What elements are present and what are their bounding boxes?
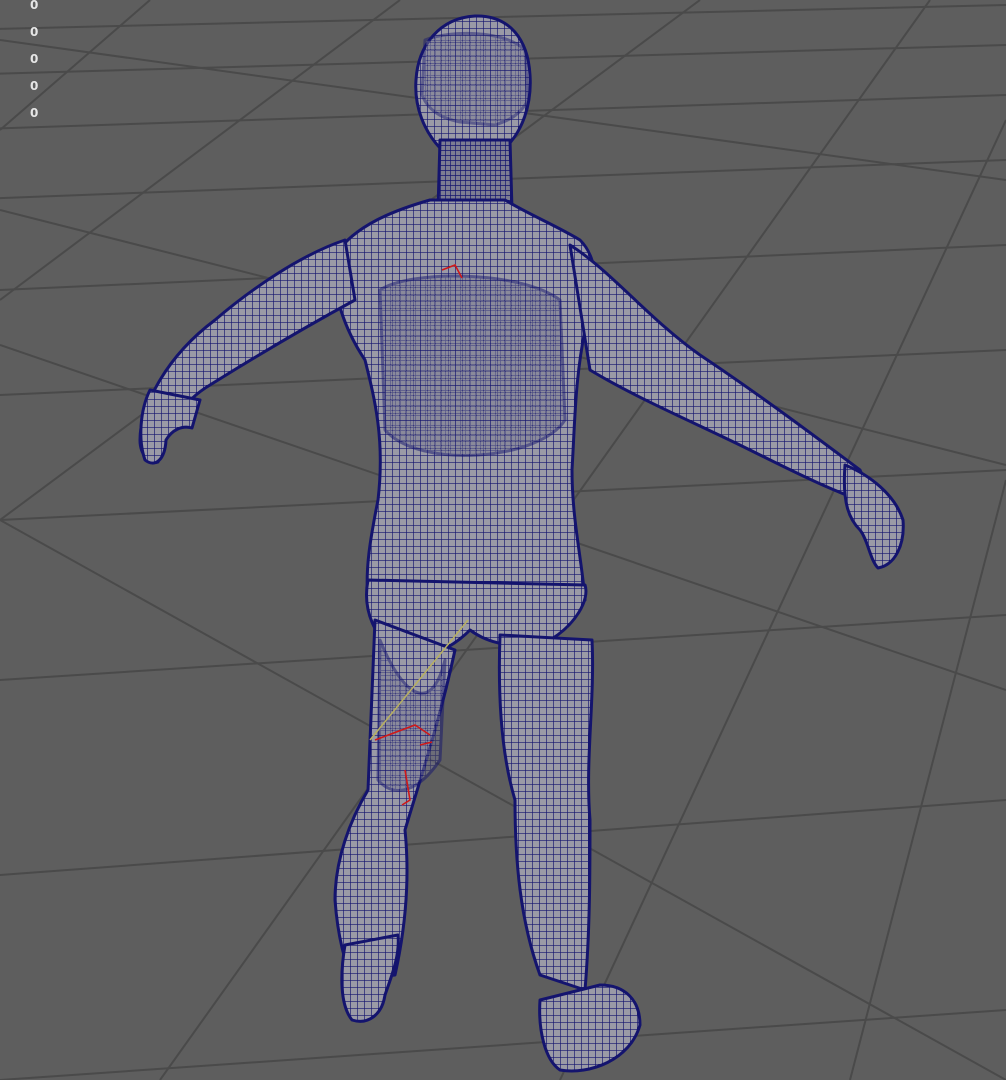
viewport-canvas[interactable] xyxy=(0,0,1006,1080)
character-mesh[interactable] xyxy=(138,14,905,1073)
mesh-left-foot xyxy=(340,933,400,1023)
3d-viewport[interactable] xyxy=(0,0,1006,1080)
hud-stat-value: 0 xyxy=(30,52,39,66)
hud-stat-value: 0 xyxy=(30,0,39,12)
mesh-right-hand xyxy=(842,463,905,570)
hud-stat-value: 0 xyxy=(30,25,39,39)
mesh-right-foot xyxy=(538,983,642,1073)
hud-stats-panel: 0 0 0 0 0 xyxy=(30,0,38,127)
mesh-left-hand xyxy=(139,388,202,465)
hud-stat-value: 0 xyxy=(30,106,39,120)
mesh-right-arm xyxy=(568,243,877,507)
mesh-right-leg xyxy=(497,633,595,992)
hud-stat-value: 0 xyxy=(30,79,39,93)
